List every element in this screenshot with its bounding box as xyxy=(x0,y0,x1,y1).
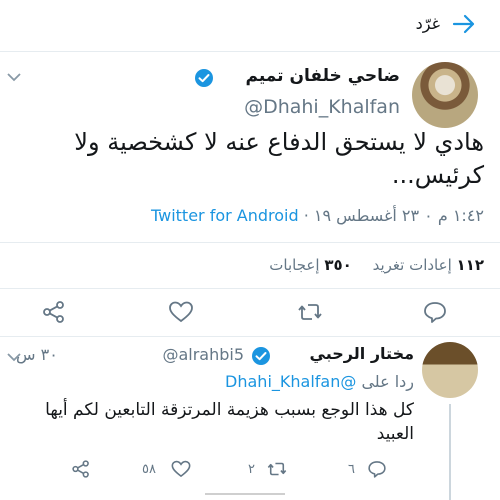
chevron-down-icon[interactable] xyxy=(6,72,22,82)
replying-to: ردا على @Dhahi_Khalfan xyxy=(225,372,414,391)
verified-badge-icon xyxy=(195,69,213,87)
arrow-right-icon[interactable] xyxy=(450,10,478,38)
author-name[interactable]: ضاحي خلفان تميم xyxy=(246,66,400,86)
share-icon[interactable] xyxy=(40,298,68,326)
like-icon[interactable] xyxy=(167,298,195,326)
reply-icon[interactable] xyxy=(366,458,388,480)
compose-title[interactable]: غرّد xyxy=(416,14,440,33)
retweets-count[interactable]: ١١٢ xyxy=(457,256,484,274)
reply-likes-count: ٥٨ xyxy=(142,462,156,477)
reply-author-handle[interactable]: @alrahbi5 xyxy=(162,345,244,364)
top-bar: غرّد xyxy=(0,0,500,52)
like-icon[interactable] xyxy=(170,458,192,480)
replying-to-label: ردا على xyxy=(361,372,414,391)
reply-replies-count: ٦ xyxy=(348,462,355,477)
avatar[interactable] xyxy=(422,342,478,398)
share-icon[interactable] xyxy=(70,458,92,480)
avatar[interactable] xyxy=(412,62,478,128)
next-tweet-peek xyxy=(205,493,285,500)
tweet-timestamp: ١:٤٢ م ٠ ٢٣ أغسطس ١٩ xyxy=(313,206,484,225)
verified-badge-icon xyxy=(252,347,270,365)
reply-author-name[interactable]: مختار الرحبي xyxy=(310,344,414,363)
divider xyxy=(0,336,500,337)
divider xyxy=(0,242,500,243)
reply-icon[interactable] xyxy=(421,298,449,326)
tweet-source-link[interactable]: Twitter for Android xyxy=(151,206,299,225)
reply-text: كل هذا الوجع بسبب هزيمة المرتزقة التابعي… xyxy=(45,400,414,444)
tweet-actions xyxy=(0,298,500,328)
retweet-icon[interactable] xyxy=(266,458,288,480)
reply-actions: ٥٨ ٢ ٦ xyxy=(0,458,500,488)
tweet-meta: ١:٤٢ م ٠ ٢٣ أغسطس ١٩ · Twitter for Andro… xyxy=(150,206,484,225)
tweet-text: هادي لا يستحق الدفاع عنه لا كشخصية ولا ك… xyxy=(74,128,484,189)
chevron-down-icon[interactable] xyxy=(6,352,22,362)
divider xyxy=(0,288,500,289)
likes-count[interactable]: ٣٥٠ xyxy=(324,256,351,274)
reply-time: ٣٠ س xyxy=(16,345,58,364)
author-handle[interactable]: @Dhahi_Khalfan xyxy=(244,96,400,118)
tweet-stats: ١١٢ إعادات تغريد ٣٥٠ إعجابات xyxy=(269,256,484,274)
replying-to-handle[interactable]: @Dhahi_Khalfan xyxy=(225,372,356,391)
retweet-icon[interactable] xyxy=(296,298,324,326)
retweets-label[interactable]: إعادات تغريد xyxy=(373,256,452,274)
likes-label[interactable]: إعجابات xyxy=(269,256,319,274)
reply-retweets-count: ٢ xyxy=(248,462,255,477)
